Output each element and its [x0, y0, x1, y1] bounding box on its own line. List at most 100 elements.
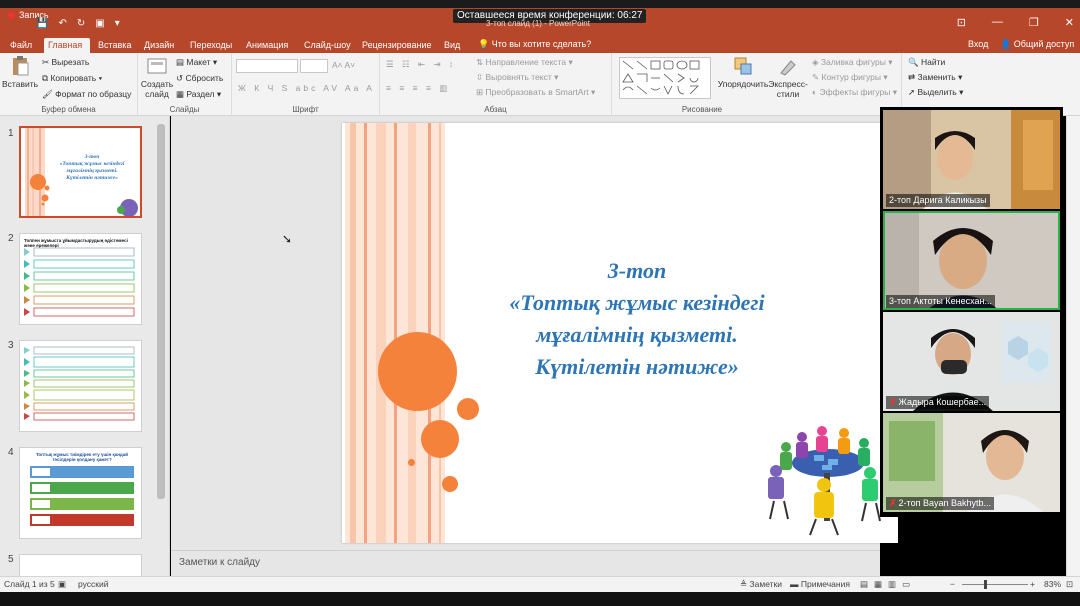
italic-button[interactable]: К [254, 83, 262, 93]
language-indicator[interactable]: русский [78, 579, 109, 589]
tab-design[interactable]: Дизайн [140, 38, 178, 53]
tab-animations[interactable]: Анимация [242, 38, 292, 53]
save-icon[interactable]: 💾 [36, 18, 48, 29]
smartart-button[interactable]: ⊞ Преобразовать в SmartArt ▾ [476, 87, 595, 98]
participant-video[interactable]: 2-топ Дарига Каликызы [883, 110, 1060, 209]
list-buttons[interactable]: ☰ ☷ ⇤ ⇥ ↕ [386, 59, 456, 70]
minimize-icon[interactable]: — [992, 16, 1003, 29]
ribbon-display-icon[interactable]: ⊡ [957, 16, 966, 29]
new-slide-button[interactable]: Создать слайд [140, 55, 174, 99]
slide-scrollbar[interactable] [1066, 116, 1080, 576]
font-color-button[interactable]: A [366, 83, 375, 93]
spacing-button[interactable]: AV [323, 83, 340, 93]
view-buttons[interactable]: ▤▦▥▭ [860, 579, 916, 590]
tab-home[interactable]: Главная [44, 38, 90, 53]
bold-button[interactable]: Ж [238, 83, 249, 93]
thumbnails-scrollbar[interactable] [157, 124, 165, 499]
tab-view[interactable]: Вид [440, 38, 464, 53]
quick-styles-button[interactable]: Экспресс-стили [768, 55, 808, 99]
tab-insert[interactable]: Вставка [94, 38, 135, 53]
spellcheck-icon[interactable]: ▣ [58, 579, 66, 590]
align-text-button[interactable]: ⇳ Выровнять текст ▾ [476, 72, 558, 83]
replace-button[interactable]: ⇄ Заменить ▾ [908, 72, 962, 83]
zoom-in-button[interactable]: + [1030, 579, 1035, 589]
cut-button[interactable]: ✂ Вырезать [42, 57, 89, 68]
text-direction-icon: ⇅ [476, 57, 484, 67]
zoom-slider[interactable] [962, 584, 1028, 585]
font-grow-shrink-icon[interactable]: A˄ A˅ [332, 60, 355, 70]
find-button[interactable]: 🔍 Найти [908, 57, 945, 68]
clipboard-group: Вставить ✂ Вырезать ⧉ Копировать ▾ 🖌 Фор… [0, 53, 138, 116]
arrange-icon [734, 57, 752, 75]
undo-icon[interactable]: ↶ [58, 18, 66, 29]
font-name-combo[interactable] [236, 59, 298, 73]
tab-transitions[interactable]: Переходы [186, 38, 236, 53]
slide-number: 4 [8, 447, 14, 458]
tell-me-label: Что вы хотите сделать? [491, 39, 592, 49]
participant-name: 2-топ Дарига Каликызы [886, 194, 990, 207]
slide-thumbnail-4[interactable]: Топтық жұмыс тиімдірек ету үшін қандай т… [19, 447, 142, 539]
close-icon[interactable]: ✕ [1065, 16, 1074, 29]
format-painter-button[interactable]: 🖌 Формат по образцу [42, 89, 131, 100]
participant-video[interactable]: 3-топ Актоты Кенесхан... [883, 211, 1060, 310]
zoom-level[interactable]: 83% [1044, 579, 1061, 589]
slide-thumbnail-2[interactable]: Топпен жұмыста ұйымдастырудың әдістемесі… [19, 233, 142, 325]
notes-placeholder: Заметки к слайду [179, 557, 260, 568]
reset-icon: ↺ [176, 73, 184, 83]
tab-file[interactable]: Файл [6, 38, 36, 53]
section-button[interactable]: ▦ Раздел ▾ [176, 89, 221, 100]
notes-pane[interactable]: Заметки к слайду [171, 550, 880, 576]
arrange-button[interactable]: Упорядочить [716, 55, 770, 89]
slide-thumbnail-5[interactable] [19, 554, 142, 576]
font-size-combo[interactable] [300, 59, 328, 73]
share-button[interactable]: 👤 Общий доступ [1000, 39, 1074, 50]
layout-button[interactable]: ▤ Макет ▾ [176, 57, 217, 68]
shape-outline-button[interactable]: ✎ Контур фигуры ▾ [812, 72, 888, 83]
zoom-slider-handle[interactable] [984, 580, 987, 589]
restore-icon[interactable]: ❐ [1029, 16, 1039, 29]
slide-title[interactable]: 3-топ «Топтық жұмыс кезіндегі мұғалімнің… [472, 255, 802, 383]
shape-fill-button[interactable]: ◈ Заливка фигуры ▾ [812, 57, 892, 68]
select-button[interactable]: ➚ Выделить ▾ [908, 87, 963, 98]
tab-review[interactable]: Рецензирование [358, 38, 436, 53]
paste-button[interactable]: Вставить [2, 55, 38, 89]
zoom-out-button[interactable]: − [950, 579, 955, 589]
tab-slideshow[interactable]: Слайд-шоу [300, 38, 355, 53]
case-button[interactable]: Aa [345, 83, 361, 93]
cursor-icon: ➚ [908, 87, 916, 97]
window-controls: ⊡ — ❐ ✕ [957, 16, 1074, 29]
scissors-icon: ✂ [42, 57, 50, 67]
notes-toggle[interactable]: ≜ Заметки [740, 579, 782, 590]
copy-icon: ⧉ [42, 73, 49, 83]
comments-toggle[interactable]: ▬ Примечания [790, 579, 850, 589]
slide-title-line: Күтілетін нәтиже» [535, 354, 739, 379]
slideshow-start-icon[interactable]: ▣ [95, 18, 104, 29]
slide-thumbnail-1[interactable]: 3-топ «Топтық жұмыс кезіндегі мұғалімнің… [19, 126, 142, 218]
ribbon-tabs: Файл Главная Вставка Дизайн Переходы Ани… [0, 36, 1080, 53]
sign-in-link[interactable]: Вход [968, 39, 988, 49]
text-direction-button[interactable]: ⇅ Направление текста ▾ [476, 57, 573, 68]
smartart-icon: ⊞ [476, 87, 484, 97]
current-slide[interactable]: 3-топ «Топтық жұмыс кезіндегі мұғалімнің… [342, 123, 898, 543]
copy-button[interactable]: ⧉ Копировать ▾ [42, 73, 102, 84]
align-buttons[interactable]: ≡ ≡ ≡ ≡ ▥ [386, 83, 450, 94]
reset-button[interactable]: ↺ Сбросить [176, 73, 223, 84]
participant-video[interactable]: ✗ 2-топ Bayan Bakhytb... [883, 413, 1060, 512]
font-format-buttons: Ж К Ч S abc AV Aa A [238, 83, 375, 93]
strikethrough-button[interactable]: abc [296, 83, 319, 93]
redo-icon[interactable]: ↻ [77, 18, 85, 29]
slide-1-thumb-title: 3-топ «Топтық жұмыс кезіндегі мұғалімнің… [59, 154, 125, 181]
fit-slide-icon[interactable]: ⊡ [1066, 579, 1073, 590]
customize-qat-icon[interactable]: ▾ [115, 18, 120, 29]
pen-icon: ✎ [812, 72, 820, 82]
slide-thumbnail-3[interactable] [19, 340, 142, 432]
mouse-cursor-icon: ➘ [282, 232, 293, 246]
slide-number: 1 [8, 128, 14, 139]
participant-video[interactable]: ✗ Жадыра Кошербае... [883, 312, 1060, 411]
shadow-button[interactable]: S [282, 83, 291, 93]
tell-me-box[interactable]: 💡 Что вы хотите сделать? [478, 39, 591, 50]
shapes-gallery[interactable] [619, 57, 711, 99]
video-participants-panel: 2-топ Дарига Каликызы 3-топ Актоты Кенес… [880, 107, 1063, 517]
shape-effects-button[interactable]: ◐ Эффекты фигуры ▾ [812, 87, 897, 98]
underline-button[interactable]: Ч [268, 83, 277, 93]
